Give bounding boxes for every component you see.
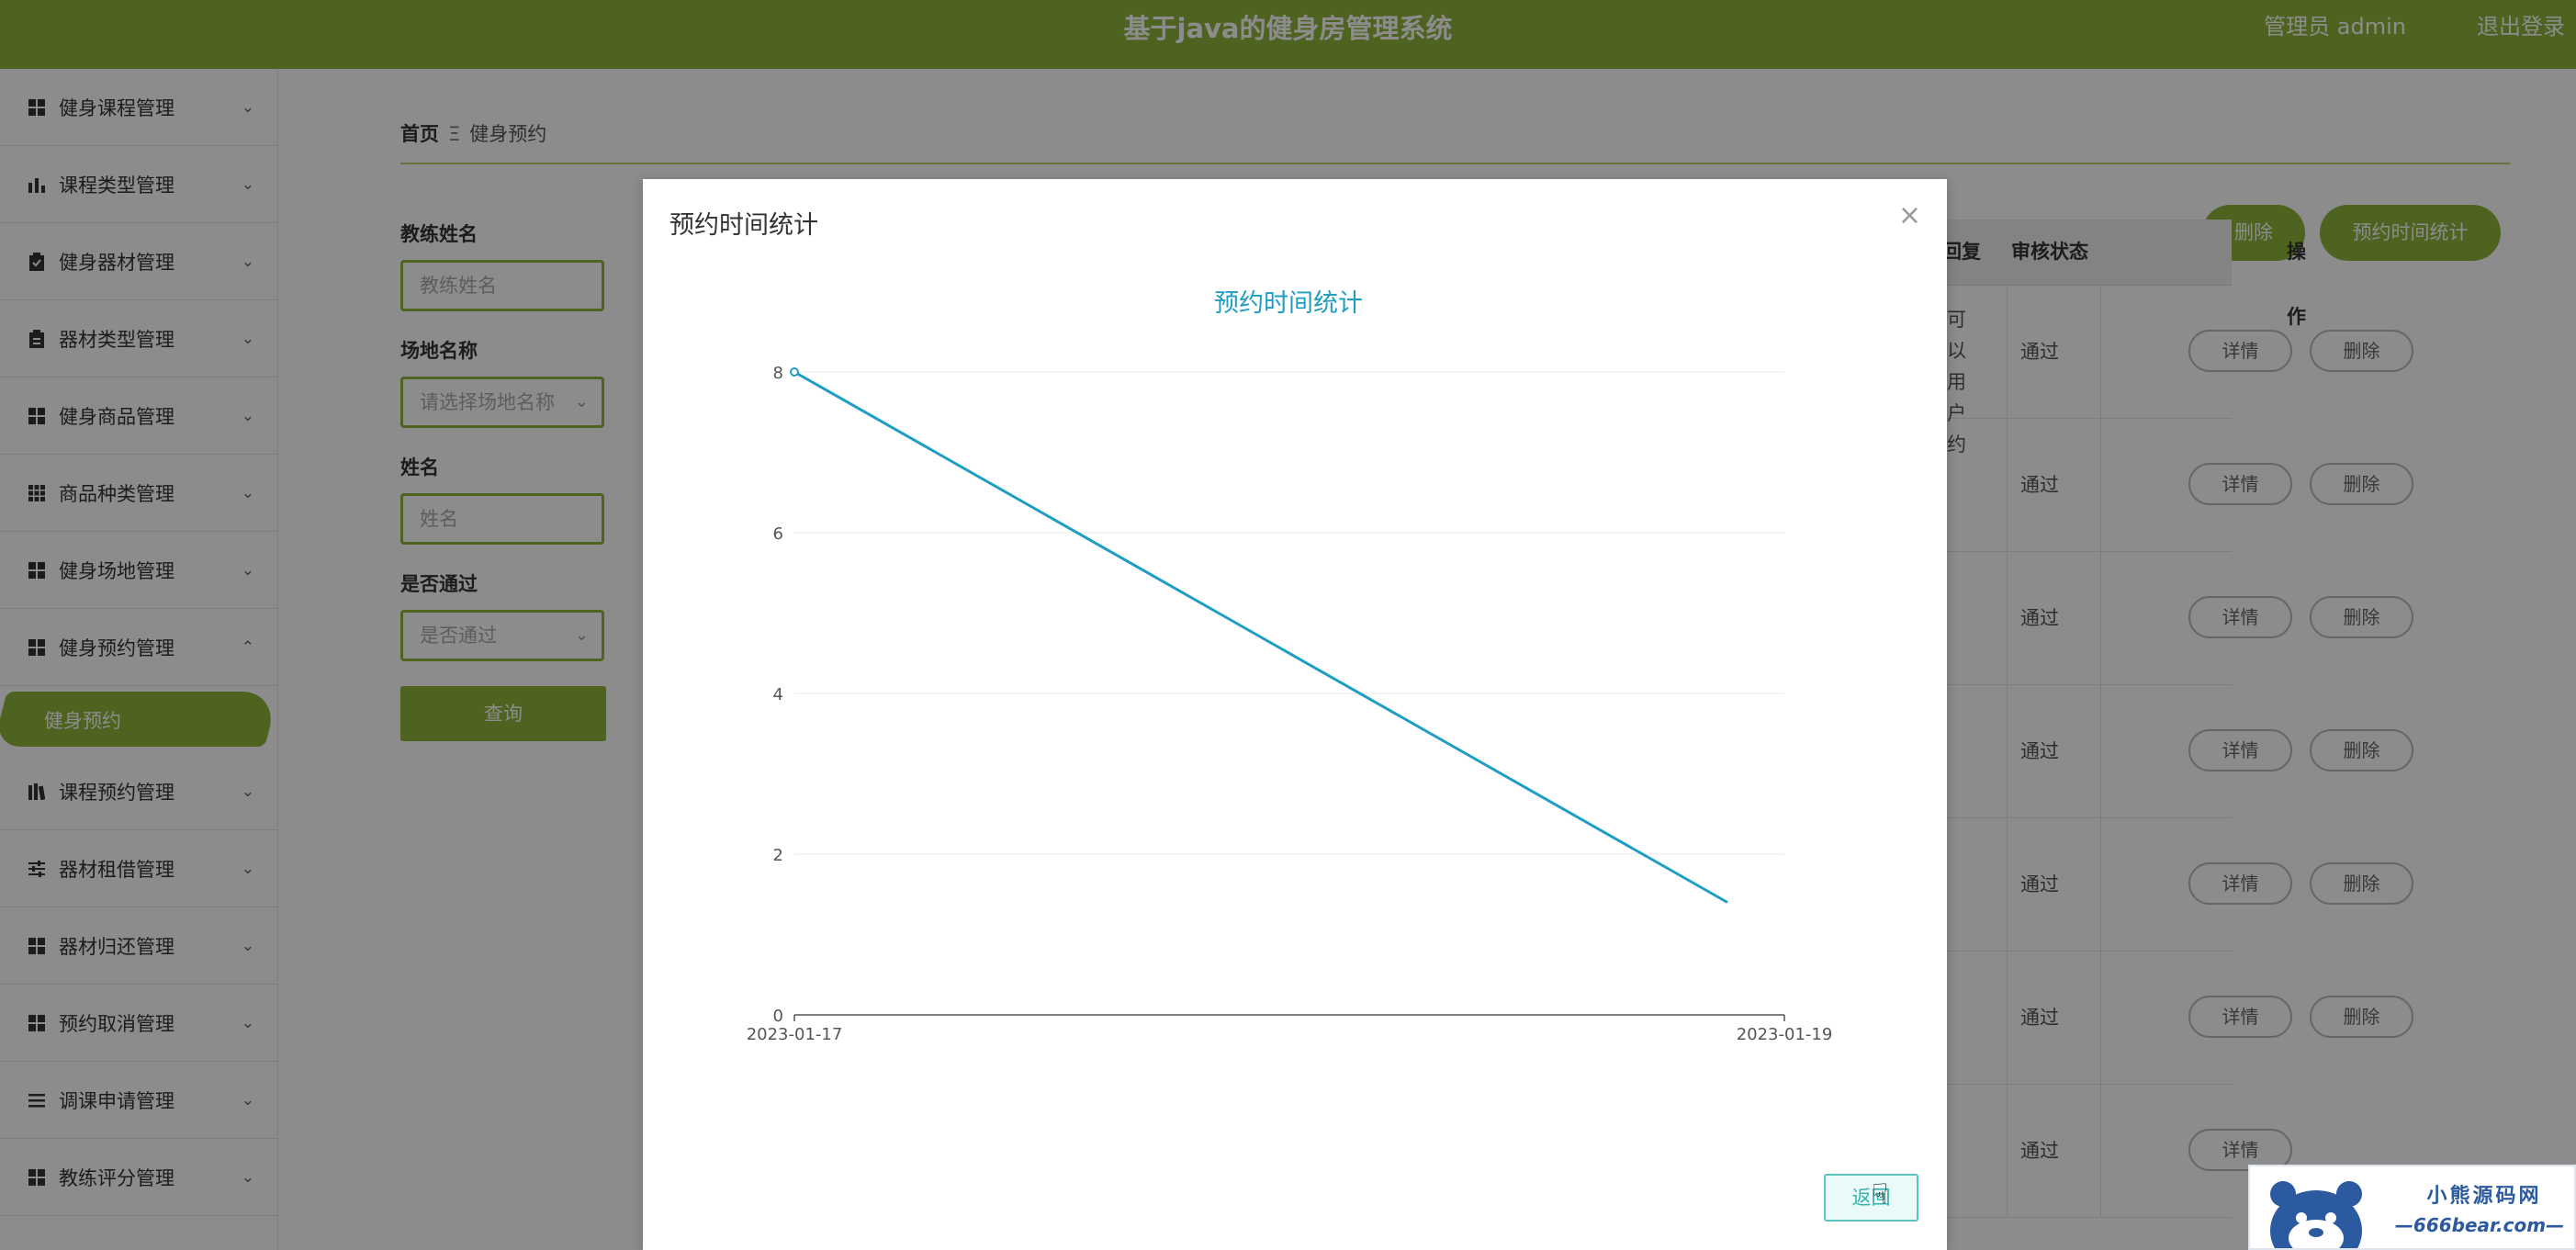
hand-cursor-icon: ☟ <box>1872 1178 1889 1211</box>
y-tick-label: 4 <box>773 685 783 704</box>
data-point <box>790 367 799 377</box>
close-icon[interactable]: × <box>1898 199 1921 231</box>
y-tick-label: 8 <box>773 364 783 383</box>
bear-logo-icon <box>2270 1181 2362 1248</box>
x-tick-label: 2023-01-17 <box>747 1025 843 1044</box>
watermark: 小熊源码网 —666bear.com— <box>2248 1165 2576 1250</box>
stats-dialog: 预约时间统计 × 预约时间统计 0 2 4 6 8 2023-01-17 2023-01-19… <box>643 179 1947 1250</box>
y-tick-label: 6 <box>773 524 783 544</box>
x-tick-label: 2023-01-19 <box>1737 1025 1833 1044</box>
chart-container: 预约时间统计 0 2 4 6 8 2023-01-17 2023-01-19 <box>643 262 1947 1180</box>
watermark-url: —666bear.com— <box>2394 1214 2565 1236</box>
y-tick-label: 2 <box>773 846 783 865</box>
watermark-name: 小熊源码网 <box>2426 1185 2542 1208</box>
y-tick-label: 0 <box>773 1007 783 1026</box>
series-line <box>793 370 1728 904</box>
chart-title: 预约时间统计 <box>1214 289 1363 318</box>
line-chart: 预约时间统计 0 2 4 6 8 2023-01-17 2023-01-19 <box>747 289 1833 1044</box>
dialog-title: 预约时间统计 <box>669 211 818 240</box>
